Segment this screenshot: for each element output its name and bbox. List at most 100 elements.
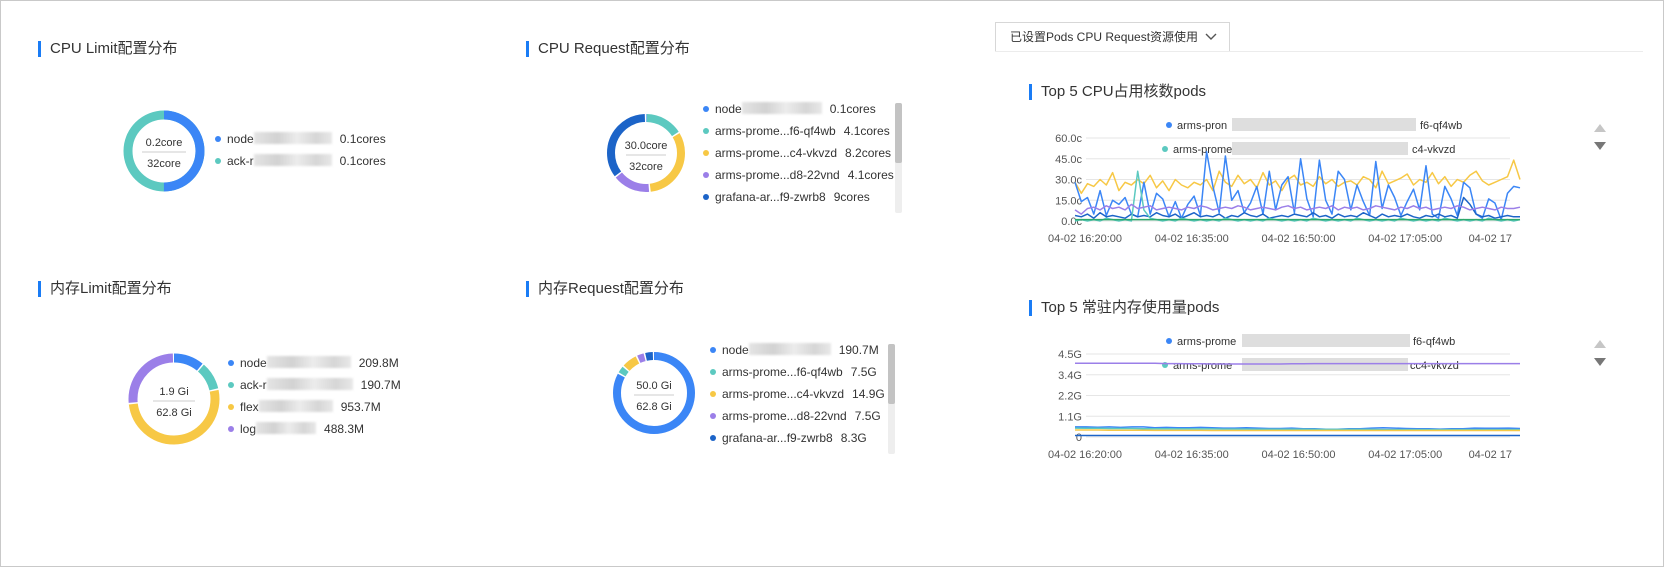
legend-name: arms-prome...f6-qf4wb [715, 124, 836, 138]
y-tick-label: 1.1G [1058, 411, 1082, 423]
legend-item[interactable]: flex 953.7M [228, 396, 401, 418]
legend-item[interactable]: node 190.7M [710, 339, 885, 361]
redacted-text [256, 422, 317, 434]
legend-value: 488.3M [324, 422, 365, 436]
legend-value: 190.7M [838, 343, 879, 357]
legend-item[interactable]: arms-prome...d8-22vnd 4.1cores [703, 164, 894, 186]
legend-value: 8.3G [840, 431, 867, 445]
legend-page-up-icon[interactable] [1594, 340, 1606, 348]
legend-name: arms-prome...d8-22vnd [715, 168, 840, 182]
cpu-limit-center-bottom: 32core [147, 158, 181, 170]
scrollbar-thumb[interactable] [895, 103, 902, 163]
legend-value: 7.5G [854, 409, 881, 423]
legend-dot [710, 391, 716, 397]
legend-item[interactable]: arms-prome...c4-vkvzd 8.2cores [703, 142, 894, 164]
mem-request-donut[interactable]: 50.0 Gi 62.8 Gi [612, 351, 696, 435]
legend-dot [703, 172, 709, 178]
legend-label: cc4-vkvzd [1410, 360, 1459, 372]
legend-dot [1166, 122, 1172, 128]
cpu-request-legend-scrollbar[interactable] [895, 103, 902, 213]
y-tick-label: 2.2G [1058, 391, 1082, 403]
mem-request-legend-scrollbar[interactable] [888, 344, 895, 454]
legend-item[interactable]: node 209.8M [228, 352, 401, 374]
mem-limit-arcs[interactable] [128, 353, 220, 445]
legend-item[interactable]: arms-prome...d8-22vnd 7.5G [710, 405, 885, 427]
legend-item[interactable]: log 488.3M [228, 418, 401, 440]
legend-dot [228, 426, 234, 432]
mem-limit-donut[interactable]: 1.9 Gi 62.8 Gi [127, 352, 221, 446]
y-tick-label: 45.0c [1055, 154, 1082, 166]
y-tick-label: 30.0c [1055, 175, 1082, 187]
legend-name: flex [240, 400, 259, 414]
x-tick-label: 04-02 17 [1469, 449, 1512, 461]
series-line[interactable] [1075, 362, 1520, 365]
legend-label: arms-prome [1177, 336, 1236, 348]
legend-item[interactable]: node 0.1cores [703, 98, 894, 120]
legend-page-down-icon[interactable] [1594, 142, 1606, 150]
x-tick-label: 04-02 16:20:00 [1048, 449, 1122, 461]
legend-item[interactable]: grafana-ar...f9-zwrb8 9cores [703, 186, 894, 208]
legend-label: arms-prome [1173, 144, 1232, 156]
cpu-limit-donut[interactable]: 0.2core 32core [120, 107, 208, 195]
mem-request-center-top: 50.0 Gi [636, 380, 671, 392]
legend-item[interactable]: ack-r 0.1cores [215, 150, 386, 172]
scrollbar-thumb[interactable] [888, 344, 895, 404]
legend-dot [710, 369, 716, 375]
legend-dot [1162, 146, 1168, 152]
legend-value: 7.5G [850, 365, 877, 379]
y-tick-label: 0.0c [1061, 216, 1082, 228]
cpu-request-donut[interactable]: 30.0core 32core [606, 113, 686, 193]
legend-value: 953.7M [340, 400, 381, 414]
top5-mem-chart[interactable]: arms-prome f6-qf4wb arms-prome cc4-vkvzd… [1020, 328, 1620, 480]
legend-page-down-icon[interactable] [1594, 358, 1606, 366]
redacted-text [253, 132, 332, 144]
panel-frame [0, 0, 1664, 567]
pods-cpu-request-dropdown[interactable]: 已设置Pods CPU Request资源使用 [995, 22, 1230, 52]
chevron-down-icon [1205, 23, 1217, 61]
top5-cpu-chart[interactable]: arms-pron f6-qf4wb arms-prome c4-vkvzd 6… [1020, 112, 1620, 264]
top5-cpu-title: Top 5 CPU占用核数pods [1029, 83, 1206, 101]
legend-dot [710, 347, 716, 353]
legend-dot [228, 360, 234, 366]
legend-dot [703, 194, 709, 200]
series-line[interactable] [1074, 151, 1521, 221]
y-tick-label: 0 [1076, 432, 1082, 444]
legend-item[interactable]: grafana-ar...f9-zwrb8 8.3G [710, 427, 885, 449]
legend-dot [215, 136, 221, 142]
cpu-limit-center-top: 0.2core [146, 137, 183, 149]
cpu-request-title: CPU Request配置分布 [526, 40, 690, 58]
y-tick-label: 60.0c [1055, 133, 1082, 145]
legend-item[interactable]: arms-prome...f6-qf4wb 4.1cores [703, 120, 894, 142]
redacted-text [266, 378, 353, 390]
y-tick-label: 3.4G [1058, 370, 1082, 382]
mem-request-arcs[interactable] [613, 352, 695, 434]
legend-name: node [240, 356, 267, 370]
legend-value: 0.1cores [339, 154, 386, 168]
redacted-text [266, 356, 351, 368]
legend-item[interactable]: ack-r 190.7M [228, 374, 401, 396]
chart-legend[interactable]: arms-pron f6-qf4wb arms-prome c4-vkvzd [1162, 118, 1606, 156]
redacted-text [741, 102, 822, 114]
x-tick-label: 04-02 16:35:00 [1155, 233, 1229, 245]
legend-dot [215, 158, 221, 164]
mem-limit-center-bottom: 62.8 Gi [156, 407, 191, 419]
chart-legend[interactable]: arms-prome f6-qf4wb arms-prome cc4-vkvzd [1162, 334, 1606, 372]
legend-item[interactable]: arms-prome...c4-vkvzd 14.9G [710, 383, 885, 405]
legend-label: f6-qf4wb [1413, 336, 1455, 348]
legend-label: f6-qf4wb [1420, 120, 1462, 132]
x-tick-label: 04-02 16:35:00 [1155, 449, 1229, 461]
legend-value: 4.1cores [847, 168, 894, 182]
x-tick-label: 04-02 17:05:00 [1368, 449, 1442, 461]
legend-name: arms-prome...c4-vkvzd [722, 387, 845, 401]
redacted-text [253, 154, 332, 166]
legend-item[interactable]: arms-prome...f6-qf4wb 7.5G [710, 361, 885, 383]
legend-label: arms-prome [1173, 360, 1232, 372]
legend-name: node [715, 102, 742, 116]
cpu-request-arcs[interactable] [607, 114, 685, 192]
legend-page-up-icon[interactable] [1594, 124, 1606, 132]
legend-value: 209.8M [358, 356, 399, 370]
series-line[interactable] [1075, 429, 1520, 432]
tab-underline [995, 51, 1643, 52]
legend-item[interactable]: node 0.1cores [215, 128, 386, 150]
series-line[interactable] [1074, 170, 1521, 222]
